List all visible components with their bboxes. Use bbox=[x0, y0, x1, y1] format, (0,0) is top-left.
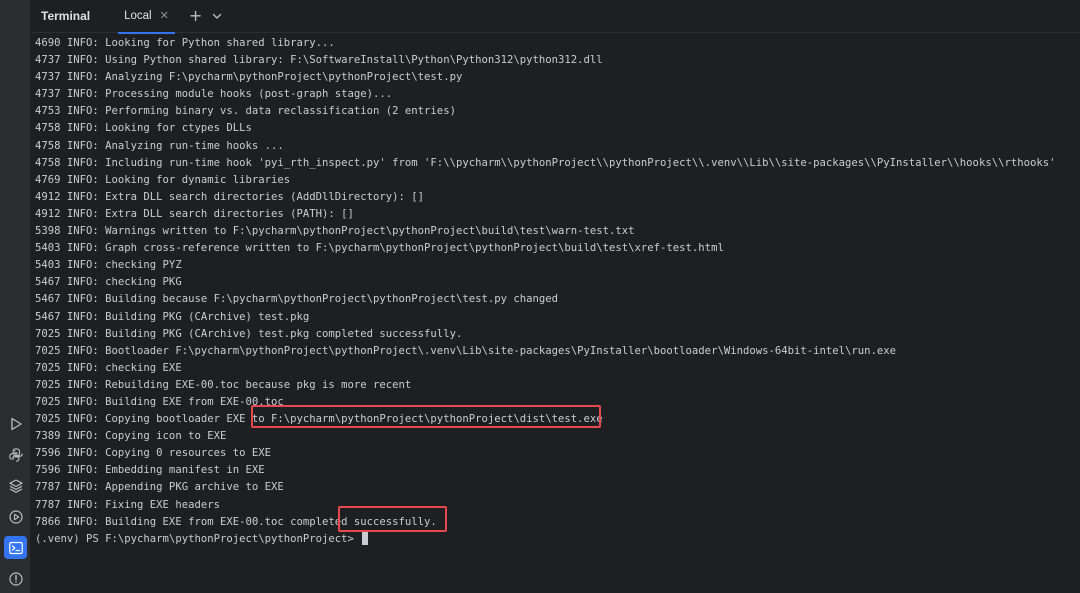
add-tab-icon[interactable]: + bbox=[189, 8, 202, 24]
tool-window-strip bbox=[0, 0, 31, 593]
terminal-line: 4753 INFO: Performing binary vs. data re… bbox=[35, 105, 456, 118]
terminal-output[interactable]: 4690 INFO: Looking for Python shared lib… bbox=[35, 33, 1080, 593]
terminal-line: 5467 INFO: Building because F:\pycharm\p… bbox=[35, 293, 558, 306]
python-console-icon[interactable] bbox=[4, 443, 27, 466]
terminal-line: 5467 INFO: Building PKG (CArchive) test.… bbox=[35, 310, 310, 323]
terminal-line: 7787 INFO: Fixing EXE headers bbox=[35, 498, 220, 511]
layers-icon[interactable] bbox=[4, 474, 27, 497]
terminal-prompt: (.venv) PS F:\pycharm\pythonProject\pyth… bbox=[35, 532, 361, 545]
terminal-line: 7025 INFO: Rebuilding EXE-00.toc because… bbox=[35, 378, 412, 391]
terminal-icon[interactable] bbox=[4, 536, 27, 559]
terminal-line: 4737 INFO: Analyzing F:\pycharm\pythonPr… bbox=[35, 71, 463, 84]
close-icon[interactable]: ✕ bbox=[160, 10, 169, 22]
terminal-header: Terminal Local ✕ + bbox=[31, 0, 1080, 34]
problems-icon[interactable] bbox=[4, 567, 27, 590]
terminal-line: 7025 INFO: checking EXE bbox=[35, 361, 182, 374]
terminal-line: 4737 INFO: Using Python shared library: … bbox=[35, 54, 603, 67]
terminal-line: 4912 INFO: Extra DLL search directories … bbox=[35, 207, 354, 220]
terminal-line: 7596 INFO: Embedding manifest in EXE bbox=[35, 464, 265, 477]
terminal-line: 7866 INFO: Building EXE from EXE-00.toc … bbox=[35, 515, 437, 528]
terminal-line: 4758 INFO: Including run-time hook 'pyi_… bbox=[35, 156, 1056, 169]
terminal-line: 4737 INFO: Processing module hooks (post… bbox=[35, 88, 393, 101]
terminal-line: 4758 INFO: Analyzing run-time hooks ... bbox=[35, 139, 284, 152]
highlight-box-exe-path bbox=[251, 405, 601, 428]
chevron-down-icon[interactable] bbox=[212, 11, 222, 21]
highlight-box-success bbox=[338, 506, 447, 532]
terminal-line: 7025 INFO: Bootloader F:\pycharm\pythonP… bbox=[35, 344, 897, 357]
terminal-line: 4758 INFO: Looking for ctypes DLLs bbox=[35, 122, 252, 135]
run-icon[interactable] bbox=[4, 412, 27, 435]
terminal-line: 4690 INFO: Looking for Python shared lib… bbox=[35, 37, 335, 49]
terminal-line: 7025 INFO: Building PKG (CArchive) test.… bbox=[35, 327, 463, 340]
terminal-line: 4769 INFO: Looking for dynamic libraries bbox=[35, 173, 291, 186]
terminal-line: 7389 INFO: Copying icon to EXE bbox=[35, 430, 227, 443]
terminal-line: 7596 INFO: Copying 0 resources to EXE bbox=[35, 447, 271, 460]
tool-window-title: Terminal bbox=[41, 9, 91, 23]
terminal-line: 5398 INFO: Warnings written to F:\pychar… bbox=[35, 225, 635, 238]
tab-local[interactable]: Local ✕ bbox=[118, 0, 175, 34]
text-cursor bbox=[362, 530, 369, 545]
terminal-line: 5403 INFO: checking PYZ bbox=[35, 259, 182, 272]
terminal-line: 5403 INFO: Graph cross-reference written… bbox=[35, 242, 724, 255]
services-icon[interactable] bbox=[4, 505, 27, 528]
terminal-line: 5467 INFO: checking PKG bbox=[35, 276, 182, 289]
terminal-prompt-line[interactable]: (.venv) PS F:\pycharm\pythonProject\pyth… bbox=[35, 530, 1080, 548]
terminal-line: 4912 INFO: Extra DLL search directories … bbox=[35, 190, 425, 203]
terminal-line: 7787 INFO: Appending PKG archive to EXE bbox=[35, 481, 284, 494]
tab-label: Local bbox=[124, 10, 152, 22]
